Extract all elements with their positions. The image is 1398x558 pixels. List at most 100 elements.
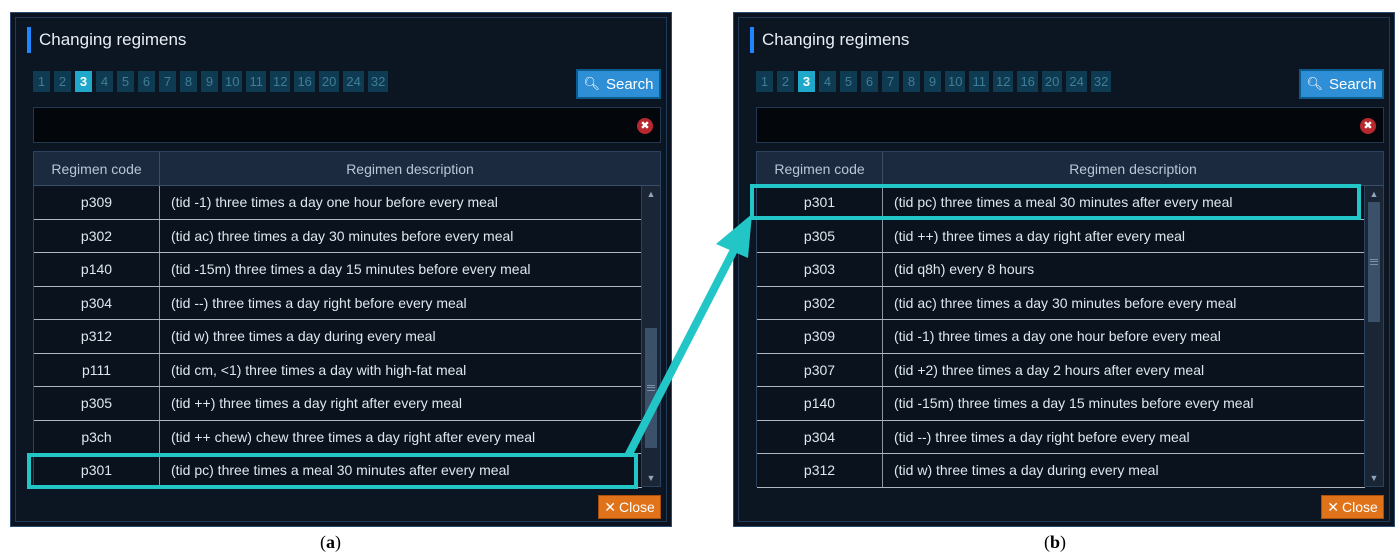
page-button-3[interactable]: 3: [798, 71, 815, 92]
table-row[interactable]: p309 (tid -1) three times a day one hour …: [34, 186, 642, 220]
regimen-description-cell: (tid -15m) three times a day 15 minutes …: [894, 395, 1254, 412]
page-button-24[interactable]: 24: [343, 71, 364, 92]
close-button[interactable]: ✕ Close: [598, 495, 661, 519]
scroll-thumb[interactable]: [645, 327, 657, 448]
title-accent-bar: [750, 27, 754, 53]
table-row[interactable]: p305 (tid ++) three times a day right aft…: [34, 387, 642, 421]
table-header: Regimen code Regimen description: [34, 152, 660, 186]
column-header-description: Regimen description: [346, 160, 474, 177]
page-button-6[interactable]: 6: [138, 71, 155, 92]
table-row[interactable]: p305 (tid ++) three times a day right aft…: [757, 219, 1365, 253]
search-input[interactable]: [757, 108, 1383, 142]
search-button-label: Search: [605, 75, 654, 93]
regimen-code-cell: p309: [757, 320, 883, 353]
table-row[interactable]: p302 (tid ac) three times a day 30 minute…: [34, 219, 642, 253]
regimen-dialog-b: Changing regimens 1 2 3 4 5 6 7 8 9 10 11 12 16 20 24 3…: [733, 12, 1395, 527]
regimen-code-cell: p304: [34, 286, 160, 319]
table-row[interactable]: p301 (tid pc) three times a meal 30 minut…: [34, 454, 642, 488]
page-button-7[interactable]: 7: [882, 71, 899, 92]
page-button-8[interactable]: 8: [903, 71, 920, 92]
caption-a-letter: a: [326, 532, 335, 552]
page-button-4[interactable]: 4: [819, 71, 836, 92]
table-row[interactable]: p140 (tid -15m) three times a day 15 minu…: [757, 387, 1365, 421]
page-button-5[interactable]: 5: [117, 71, 134, 92]
search-icon: 🔍︎: [1306, 76, 1323, 91]
page-button-11[interactable]: 11: [969, 71, 989, 92]
page-button-12[interactable]: 12: [992, 71, 1014, 92]
page-button-1[interactable]: 1: [756, 71, 773, 92]
page-button-10[interactable]: 10: [222, 71, 243, 92]
regimen-description-cell: (tid ac) three times a day 30 minutes be…: [171, 227, 514, 244]
page-button-8[interactable]: 8: [180, 71, 197, 92]
page-button-11[interactable]: 11: [246, 71, 266, 92]
vertical-scrollbar[interactable]: ▲ ▼: [1364, 186, 1383, 486]
page-button-20[interactable]: 20: [318, 71, 340, 92]
regimen-description-cell: (tid -15m) three times a day 15 minutes …: [171, 261, 531, 278]
page-button-20[interactable]: 20: [1041, 71, 1063, 92]
regimen-table: Regimen code Regimen description p309 (ti…: [33, 151, 661, 488]
caption-a: (a): [320, 532, 341, 553]
caption-b: (b): [1044, 532, 1066, 553]
close-icon: ✕: [1327, 498, 1339, 515]
regimen-code-cell: p111: [34, 353, 160, 386]
table-row[interactable]: p140 (tid -15m) three times a day 15 minu…: [34, 253, 642, 287]
scroll-down-icon[interactable]: ▼: [1365, 470, 1383, 486]
regimen-code-cell: p140: [757, 387, 883, 420]
table-row[interactable]: p307 (tid +2) three times a day 2 hours a…: [757, 353, 1365, 387]
scroll-up-icon[interactable]: ▲: [642, 186, 660, 202]
scroll-thumb[interactable]: [1368, 202, 1380, 322]
regimen-description-cell: (tid pc) three times a meal 30 minutes a…: [171, 462, 510, 479]
search-input[interactable]: [34, 108, 660, 142]
scroll-down-icon[interactable]: ▼: [642, 470, 660, 486]
table-row[interactable]: p309 (tid -1) three times a day one hour …: [757, 320, 1365, 354]
page-button-3[interactable]: 3: [75, 71, 92, 92]
search-button[interactable]: 🔍︎ Search: [576, 69, 661, 99]
dialog-title: Changing regimens: [750, 27, 909, 53]
page-button-12[interactable]: 12: [269, 71, 291, 92]
page-button-7[interactable]: 7: [159, 71, 176, 92]
table-row[interactable]: p303 (tid q8h) every 8 hours: [757, 253, 1365, 287]
regimen-description-cell: (tid --) three times a day right before …: [171, 294, 467, 311]
regimen-code-cell: p307: [757, 353, 883, 386]
regimen-code-cell: p3ch: [34, 420, 160, 453]
table-row[interactable]: p3ch (tid ++ chew) chew three times a day…: [34, 420, 642, 454]
dialog-title-text: Changing regimens: [762, 30, 910, 49]
regimen-description-cell: (tid -1) three times a day one hour befo…: [171, 194, 498, 211]
page-button-10[interactable]: 10: [945, 71, 966, 92]
regimen-description-cell: (tid ac) three times a day 30 minutes be…: [894, 294, 1237, 311]
page-selector: 1 2 3 4 5 6 7 8 9 10 11 12 16 20 24 32: [756, 71, 1115, 92]
table-row[interactable]: p301 (tid pc) three times a meal 30 minut…: [757, 186, 1365, 220]
caption-b-close: ): [1060, 532, 1067, 552]
page-button-5[interactable]: 5: [840, 71, 857, 92]
clear-icon[interactable]: ✖: [1360, 118, 1376, 134]
page-button-1[interactable]: 1: [33, 71, 50, 92]
table-row[interactable]: p111 (tid cm, <1) three times a day with …: [34, 353, 642, 387]
regimen-dialog-a: Changing regimens 1 2 3 4 5 6 7 8 9 10 11 12 16 20 24 3…: [10, 12, 672, 527]
search-button[interactable]: 🔍︎ Search: [1299, 69, 1384, 99]
scroll-up-icon[interactable]: ▲: [1365, 186, 1383, 202]
table-row[interactable]: p312 (tid w) three times a day during eve…: [34, 320, 642, 354]
table-row[interactable]: p304 (tid --) three times a day right bef…: [34, 286, 642, 320]
page-button-2[interactable]: 2: [54, 71, 71, 92]
page-button-9[interactable]: 9: [924, 71, 941, 92]
regimen-code-cell: p309: [34, 186, 160, 219]
close-button[interactable]: ✕ Close: [1321, 495, 1384, 519]
clear-icon[interactable]: ✖: [637, 118, 653, 134]
page-button-32[interactable]: 32: [1090, 71, 1112, 92]
table-row[interactable]: p312 (tid w) three times a day during eve…: [757, 454, 1365, 488]
page-button-32[interactable]: 32: [367, 71, 389, 92]
search-button-label: Search: [1328, 75, 1377, 93]
page-button-16[interactable]: 16: [1017, 71, 1038, 92]
regimen-code-cell: p302: [34, 219, 160, 252]
page-button-24[interactable]: 24: [1066, 71, 1087, 92]
table-row[interactable]: p302 (tid ac) three times a day 30 minute…: [757, 286, 1365, 320]
regimen-description-cell: (tid w) three times a day during every m…: [894, 462, 1159, 479]
page-button-2[interactable]: 2: [777, 71, 794, 92]
page-button-4[interactable]: 4: [96, 71, 113, 92]
page-button-6[interactable]: 6: [861, 71, 878, 92]
search-field: ✖: [756, 107, 1384, 143]
page-button-9[interactable]: 9: [201, 71, 218, 92]
page-button-16[interactable]: 16: [294, 71, 315, 92]
vertical-scrollbar[interactable]: ▲ ▼: [641, 186, 660, 486]
table-row[interactable]: p304 (tid --) three times a day right bef…: [757, 420, 1365, 454]
